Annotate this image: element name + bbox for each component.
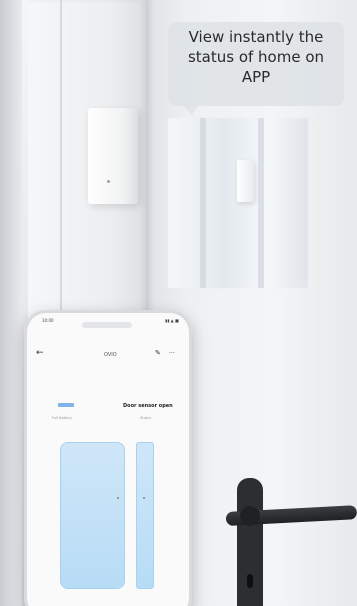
phone-status-time: 10:00 [42, 318, 54, 323]
wall [0, 0, 22, 606]
status-label: Status [140, 416, 152, 420]
edit-icon[interactable]: ✎ [155, 349, 161, 357]
door-handle-rose [240, 506, 260, 526]
sensor-illustration-body [60, 442, 125, 589]
glass-divider [200, 118, 206, 288]
signal-icon: ▮▮ ▲ ■ [165, 318, 179, 323]
door-sensor-magnet [237, 160, 254, 202]
sensor-illustration-magnet [136, 442, 154, 589]
battery-icon [58, 403, 74, 407]
door-glass-panel [168, 118, 308, 288]
glass-divider [258, 118, 264, 288]
app-device-title: OVIO [104, 352, 117, 358]
battery-label: Full Battery [52, 416, 73, 420]
caption-line-1: View instantly the [188, 28, 324, 46]
sensor-led-indicator [107, 180, 110, 183]
sensor-illustration-dot [117, 497, 119, 499]
caption-line-2: status of home on [187, 48, 325, 66]
back-arrow-icon[interactable]: ← [36, 348, 44, 358]
phone-notch [82, 322, 132, 328]
more-options-icon[interactable]: ··· [169, 350, 175, 357]
door-sensor-body [88, 108, 138, 204]
caption-line-3: APP [241, 68, 271, 86]
door-status-text: Door sensor open [123, 403, 173, 409]
keyhole-icon [247, 574, 253, 588]
sensor-illustration-dot [143, 497, 145, 499]
product-hero-scene: View instantly the status of home on APP… [0, 0, 357, 606]
caption-bubble: View instantly the status of home on APP [168, 22, 344, 115]
